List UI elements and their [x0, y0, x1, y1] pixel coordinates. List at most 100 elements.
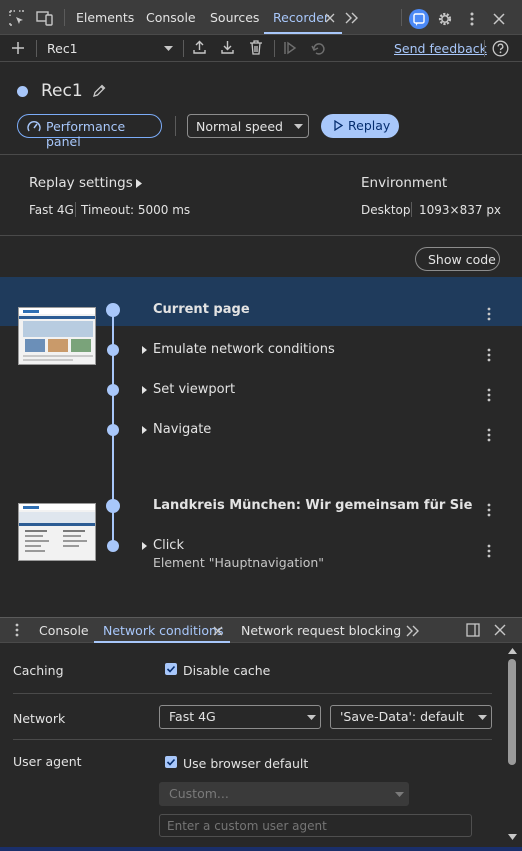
chevron-down-icon	[478, 715, 487, 720]
disable-cache-label[interactable]: Disable cache	[183, 663, 270, 678]
timeout-setting-value: Timeout: 5000 ms	[81, 203, 191, 217]
drawer-menu-icon[interactable]	[14, 623, 20, 637]
settings-gear-icon[interactable]	[437, 11, 453, 27]
expand-triangle-icon[interactable]	[142, 346, 147, 354]
step-set-viewport[interactable]: Set viewport	[0, 378, 522, 404]
step-menu-icon[interactable]	[486, 348, 492, 362]
timeline-node	[106, 303, 120, 317]
dock-side-icon[interactable]	[466, 623, 480, 637]
recording-select[interactable]: Rec1	[40, 35, 178, 61]
recording-select-value: Rec1	[47, 41, 78, 56]
show-code-button[interactable]: Show code	[415, 247, 500, 271]
tab-sources[interactable]: Sources	[210, 0, 259, 35]
help-icon[interactable]	[492, 40, 509, 57]
caching-label: Caching	[13, 663, 64, 678]
main-tab-bar: Elements Console Sources Recorder	[0, 0, 522, 35]
export-icon[interactable]	[192, 40, 207, 55]
custom-user-agent-select[interactable]: Custom...	[159, 782, 409, 806]
chevron-down-icon	[307, 715, 316, 720]
continue-replay-icon[interactable]	[311, 41, 325, 55]
save-data-select[interactable]: 'Save-Data': default	[330, 705, 492, 729]
environment-viewport: 1093×837 px	[419, 203, 502, 217]
replay-speed-select[interactable]: Normal speed	[187, 114, 309, 138]
performance-panel-label: Performance panel	[46, 119, 126, 149]
expand-triangle-icon[interactable]	[142, 542, 147, 550]
scroll-up-arrow-icon[interactable]	[508, 648, 517, 654]
use-browser-default-label[interactable]: Use browser default	[183, 756, 308, 771]
chevron-down-icon	[164, 46, 173, 51]
save-data-value: 'Save-Data': default	[340, 709, 465, 724]
close-devtools-icon[interactable]	[493, 13, 505, 25]
tab-elements[interactable]: Elements	[76, 0, 134, 35]
show-code-label: Show code	[428, 252, 496, 267]
recording-header: Rec1 Performance panel Normal speed Repl…	[0, 62, 522, 154]
timeline-node	[107, 384, 119, 396]
tab-console[interactable]: Console	[146, 0, 196, 35]
custom-user-agent-select-value: Custom...	[169, 786, 229, 801]
network-throttling-value: Fast 4G	[169, 709, 216, 724]
timeline-node	[107, 344, 119, 356]
delete-icon[interactable]	[249, 40, 263, 55]
chevron-down-icon	[395, 792, 404, 797]
import-icon[interactable]	[220, 40, 235, 55]
step-menu-icon[interactable]	[486, 307, 492, 321]
step-navigate[interactable]: Navigate	[0, 418, 522, 444]
step-emulate-network[interactable]: Emulate network conditions	[0, 338, 522, 364]
tab-recorder[interactable]: Recorder	[273, 0, 329, 35]
edit-pencil-icon[interactable]	[92, 84, 106, 98]
step-title: Current page	[153, 302, 250, 317]
user-agent-label: User agent	[13, 754, 82, 769]
disable-cache-checkbox[interactable]	[165, 663, 177, 675]
timeline-node	[107, 540, 119, 552]
drawer-tab-console[interactable]: Console	[39, 618, 89, 644]
replay-settings-section: Replay settings Fast 4G Timeout: 5000 ms…	[0, 155, 522, 235]
drawer-tab-bar: Console Network conditions Network reque…	[0, 617, 522, 643]
send-feedback-link[interactable]: Send feedback	[394, 41, 487, 56]
step-menu-icon[interactable]	[486, 503, 492, 517]
create-recording-icon[interactable]	[11, 41, 25, 55]
step-title: Navigate	[153, 422, 212, 437]
recording-title[interactable]: Rec1	[41, 81, 83, 101]
scrollbar-thumb[interactable]	[508, 659, 516, 765]
network-throttling-select[interactable]: Fast 4G	[159, 705, 321, 729]
ai-assistance-icon[interactable]	[409, 9, 429, 29]
step-section-landkreis[interactable]: Landkreis München: Wir gemeinsam für Sie	[0, 492, 522, 520]
more-tabs-icon[interactable]	[406, 625, 420, 637]
more-tabs-icon[interactable]	[345, 12, 359, 24]
close-tab-icon[interactable]	[213, 626, 223, 636]
replay-label: Replay	[348, 118, 391, 133]
scroll-down-arrow-icon[interactable]	[508, 834, 517, 840]
step-title: Emulate network conditions	[153, 342, 335, 357]
devtools-window: Elements Console Sources Recorder Rec1 S…	[0, 0, 522, 851]
kebab-menu-icon[interactable]	[467, 11, 477, 27]
close-drawer-icon[interactable]	[494, 624, 506, 636]
step-menu-icon[interactable]	[486, 388, 492, 402]
environment-device: Desktop	[361, 203, 411, 217]
step-title: Landkreis München: Wir gemeinsam für Sie	[153, 498, 473, 513]
window-bottom-edge	[0, 847, 522, 851]
step-over-icon[interactable]	[283, 41, 297, 55]
step-subtitle: Element "Hauptnavigation"	[153, 555, 325, 570]
network-setting-value: Fast 4G	[29, 203, 74, 217]
step-menu-icon[interactable]	[486, 544, 492, 558]
step-current-page[interactable]: Current page	[0, 296, 522, 324]
replay-settings-title[interactable]: Replay settings	[29, 175, 133, 191]
inspect-element-icon[interactable]	[9, 10, 25, 26]
replay-speed-value: Normal speed	[196, 119, 283, 134]
performance-panel-button[interactable]: Performance panel	[17, 114, 162, 149]
recorder-toolbar: Rec1 Send feedback	[0, 35, 522, 62]
step-click[interactable]: Click Element "Hauptnavigation"	[0, 534, 522, 574]
expand-triangle-icon[interactable]	[142, 386, 147, 394]
expand-triangle-icon[interactable]	[136, 179, 142, 188]
drawer-tab-request-blocking[interactable]: Network request blocking	[241, 618, 401, 644]
expand-triangle-icon[interactable]	[142, 426, 147, 434]
step-title: Set viewport	[153, 382, 236, 397]
timeline-node	[106, 499, 120, 513]
step-menu-icon[interactable]	[486, 428, 492, 442]
recording-status-dot	[17, 86, 28, 97]
replay-button[interactable]: Replay	[321, 114, 399, 138]
device-toolbar-icon[interactable]	[36, 10, 54, 26]
close-tab-icon[interactable]	[325, 13, 335, 23]
custom-user-agent-input[interactable]	[159, 814, 472, 837]
use-browser-default-checkbox[interactable]	[165, 756, 177, 768]
